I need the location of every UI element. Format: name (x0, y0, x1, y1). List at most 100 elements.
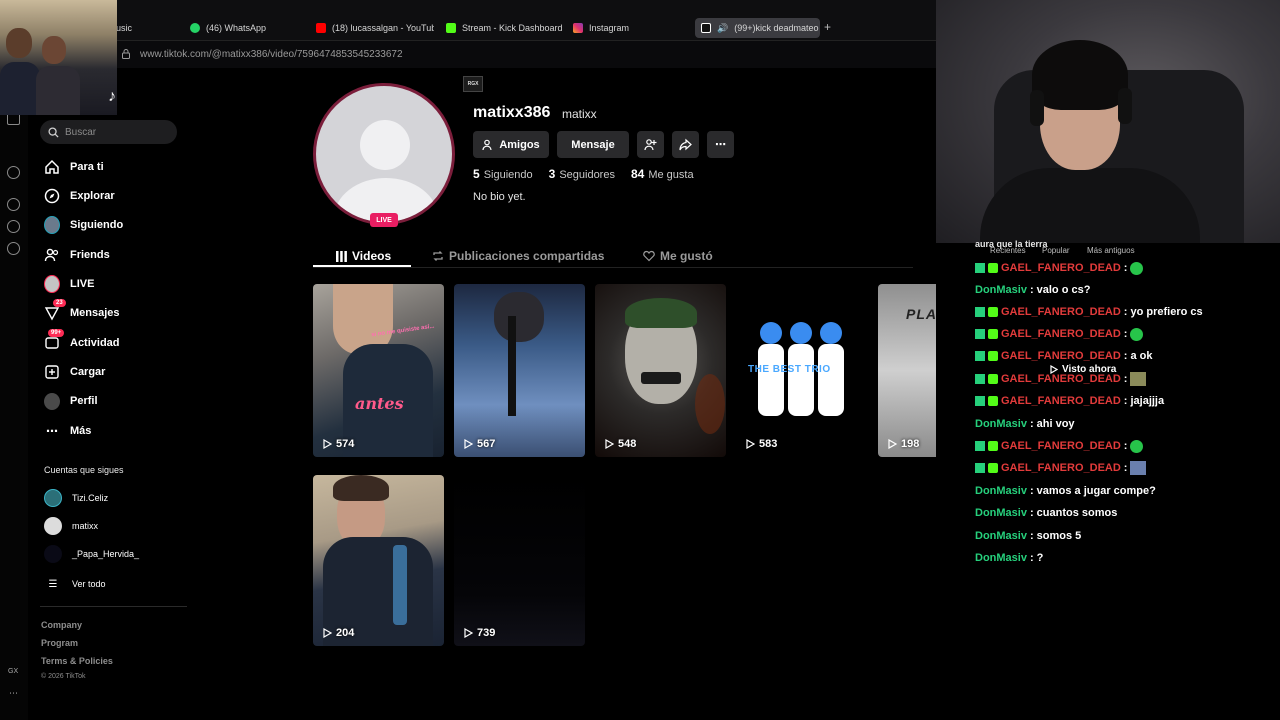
video-card[interactable]: 739 (454, 475, 585, 646)
stat-likes: 84 Me gusta (631, 167, 694, 181)
tab-liked[interactable]: Me gustó (643, 245, 713, 267)
tab-label: Videos (352, 249, 392, 263)
following-item[interactable]: _Papa_Hervida_ (44, 544, 139, 564)
share-icon (679, 138, 692, 151)
chat-username[interactable]: GAEL_FANERO_DEAD (1001, 462, 1121, 474)
video-card[interactable]: 548 (595, 284, 726, 457)
webcam-overlay-main (936, 0, 1280, 243)
profile-avatar[interactable] (313, 83, 455, 225)
video-card[interactable]: 567 (454, 284, 585, 457)
tiktok-logo[interactable]: ♪ (108, 88, 116, 106)
viewed-now-text: Visto ahora (1062, 364, 1117, 375)
nav-actividad[interactable]: 99+ Actividad (44, 329, 120, 354)
tab-whatsapp[interactable]: (46) WhatsApp (184, 18, 306, 38)
view-count: 574 (323, 438, 354, 450)
chat-username[interactable]: GAEL_FANERO_DEAD (1001, 328, 1121, 340)
divider (40, 606, 187, 607)
chat-username[interactable]: DonMasiv (975, 530, 1027, 542)
chat-message: GAEL_FANERO_DEAD: (975, 459, 1147, 477)
chat-username[interactable]: GAEL_FANERO_DEAD (1001, 262, 1121, 274)
chat-sort-oldest[interactable]: Más antiguos (1087, 246, 1135, 255)
speaker-icon[interactable]: 🔊 (717, 23, 728, 34)
nav-live[interactable]: LIVE (44, 273, 94, 295)
opera-sidebar: GX ⋯ (0, 68, 28, 720)
nav-perfil[interactable]: Perfil (44, 390, 98, 412)
rgx-badge[interactable]: RGX (463, 76, 483, 92)
new-tab-button[interactable]: + (824, 20, 831, 34)
tab-videos[interactable]: Videos (336, 245, 391, 267)
chat-username[interactable]: DonMasiv (975, 418, 1027, 430)
nav-mensajes[interactable]: 23 Mensajes (44, 299, 120, 324)
chat-username[interactable]: DonMasiv (975, 507, 1027, 519)
chat-username[interactable]: GAEL_FANERO_DEAD (1001, 395, 1121, 407)
play-icon (1050, 365, 1058, 374)
chat-username[interactable]: GAEL_FANERO_DEAD (1001, 306, 1121, 318)
more-icon[interactable]: ⋯ (9, 688, 18, 699)
chat-text: ? (1036, 552, 1044, 564)
friends-button[interactable]: Amigos (473, 131, 549, 158)
nav-explorar[interactable]: Explorar (44, 185, 115, 207)
video-card[interactable]: si no me quisiste así... antes 574 (313, 284, 444, 457)
nav-mas[interactable]: ⋯ Más (44, 420, 91, 442)
chat-sort-recent[interactable]: Recientes (990, 246, 1026, 255)
chat-username[interactable]: DonMasiv (975, 284, 1027, 296)
kick-badge-icon (975, 441, 985, 451)
search-input[interactable] (65, 126, 165, 138)
chat-separator: : (1123, 395, 1128, 407)
settings-icon[interactable] (7, 166, 20, 179)
footer-terms[interactable]: Terms & Policies (41, 656, 113, 666)
video-card[interactable]: PLAYER 198 (878, 284, 936, 457)
message-button[interactable]: Mensaje (557, 131, 629, 158)
chat-sort-popular[interactable]: Popular (1042, 246, 1070, 255)
chat-username[interactable]: GAEL_FANERO_DEAD (1001, 440, 1121, 452)
following-name: _Papa_Hervida_ (72, 549, 140, 559)
lock-icon (122, 49, 130, 59)
following-item[interactable]: matixx (44, 516, 98, 536)
nav-siguiendo[interactable]: Siguiendo (44, 214, 123, 236)
share-button[interactable] (672, 131, 699, 158)
activity-badge: 99+ (48, 329, 65, 337)
extensions-icon[interactable] (7, 220, 20, 233)
search-box[interactable] (40, 120, 177, 144)
tab-kick-dashboard[interactable]: Stream - Kick Dashboard (440, 18, 564, 38)
following-item[interactable]: Tizi.Celiz (44, 488, 108, 508)
history-icon[interactable] (7, 198, 20, 211)
chat-username[interactable]: GAEL_FANERO_DEAD (1001, 350, 1121, 362)
nav-label: Mensajes (70, 307, 120, 319)
chat-username[interactable]: DonMasiv (975, 552, 1027, 564)
tab-instagram[interactable]: Instagram (567, 18, 687, 38)
nav-cargar[interactable]: Cargar (44, 361, 105, 383)
tab-label: usic (116, 23, 133, 33)
play-icon (605, 439, 614, 449)
tab-reposts[interactable]: Publicaciones compartidas (432, 245, 604, 267)
stat-following[interactable]: 5 Siguiendo (473, 167, 533, 181)
nav-label: Friends (70, 249, 110, 261)
gear-icon[interactable] (7, 242, 20, 255)
avatar (44, 545, 62, 563)
chat-message: DonMasiv: ahi voy (975, 415, 1075, 433)
tab-label: Stream - Kick Dashboard (462, 23, 563, 33)
more-options-button[interactable]: ⋯ (707, 131, 734, 158)
chat-username[interactable]: DonMasiv (975, 485, 1027, 497)
tab-youtube[interactable]: (18) lucassalgan - YouTub (310, 18, 434, 38)
live-badge[interactable]: LIVE (370, 213, 398, 227)
stat-followers[interactable]: 3 Seguidores (549, 167, 615, 181)
address-bar[interactable]: www.tiktok.com/@matixx386/video/75964748… (0, 40, 936, 68)
chat-message: GAEL_FANERO_DEAD: (975, 325, 1144, 343)
youtube-icon (316, 23, 326, 33)
tab-kick-active[interactable]: 🔊 (99+)kick deadmateo (695, 18, 820, 38)
instagram-icon (573, 23, 583, 33)
chat-text: a ok (1130, 350, 1153, 362)
nav-friends[interactable]: Friends (44, 244, 110, 266)
see-all-link[interactable]: ☰ Ver todo (44, 574, 106, 594)
footer-program[interactable]: Program (41, 638, 78, 648)
footer-company[interactable]: Company (41, 620, 82, 630)
nav-para-ti[interactable]: Para ti (44, 156, 104, 178)
webcam-overlay-small (0, 0, 117, 115)
tab-music[interactable]: usic (110, 18, 182, 38)
add-friend-button[interactable] (637, 131, 664, 158)
chat-separator: : (1123, 328, 1128, 340)
video-card[interactable]: THE BEST TRIO 583 (736, 284, 867, 457)
nav-label: Perfil (70, 395, 98, 407)
video-card[interactable]: 204 (313, 475, 444, 646)
